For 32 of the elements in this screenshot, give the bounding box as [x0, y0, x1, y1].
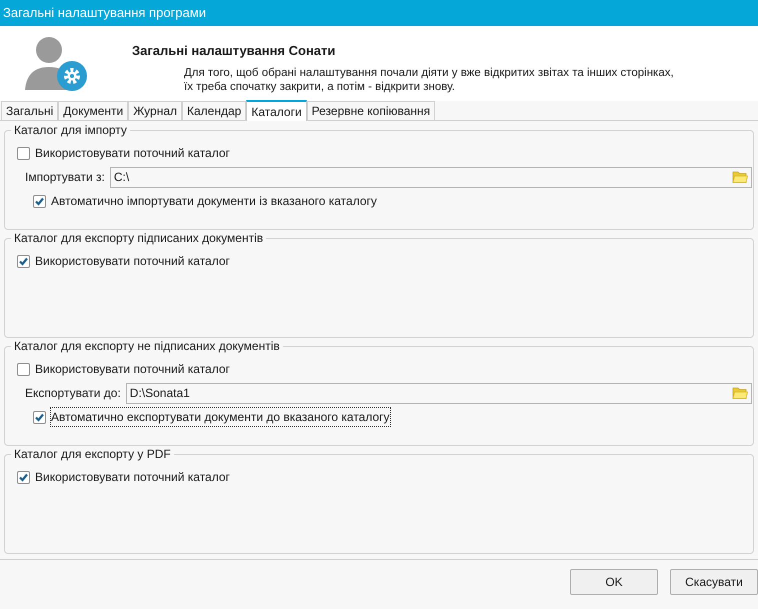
checkbox-label: Використовувати поточний каталог: [35, 145, 230, 162]
dialog-button[interactable]: Скасувати: [670, 569, 758, 595]
checkbox[interactable]: [17, 146, 30, 160]
tab[interactable]: Документи: [58, 101, 128, 120]
tab[interactable]: Резервне копіювання: [306, 101, 436, 120]
field-label: Імпортувати з:: [25, 169, 105, 186]
checkbox-label: Використовувати поточний каталог: [35, 361, 230, 378]
user-settings-icon: [22, 34, 88, 94]
tab[interactable]: Календар: [182, 101, 246, 120]
dialog-button[interactable]: OK: [570, 569, 658, 595]
group-title: Каталог для експорту у PDF: [11, 447, 174, 461]
group-title: Каталог для експорту підписаних документів: [11, 231, 266, 245]
path-field[interactable]: C:\: [110, 166, 752, 188]
checkbox-label: Використовувати поточний каталог: [35, 253, 230, 270]
path-field[interactable]: D:\Sonata1: [126, 382, 752, 404]
group-title: Каталог для експорту не підписаних документів: [11, 339, 283, 353]
tab[interactable]: Каталоги: [246, 100, 307, 121]
checkbox[interactable]: [17, 470, 30, 484]
header-description: Для того, щоб обрані налаштування почали діяти у вже відкритих звітах та інших сторінках, їх треба спочатку закрити, а потім - відкрити знову.: [184, 66, 675, 94]
checkbox-label: Автоматично імпортувати документи із вказаного каталогу: [51, 193, 377, 210]
tab[interactable]: Журнал: [128, 101, 182, 120]
checkbox[interactable]: [33, 194, 46, 208]
checkbox-label: Використовувати поточний каталог: [35, 469, 230, 486]
checkbox[interactable]: [17, 254, 30, 268]
field-label: Експортувати до:: [25, 385, 121, 402]
tab[interactable]: Загальні: [1, 101, 58, 120]
checkbox-label: Автоматично експортувати документи до вказаного каталогу: [51, 408, 390, 426]
header-title: Загальні налаштування Сонати: [132, 42, 336, 60]
group-title: Каталог для імпорту: [11, 123, 130, 137]
checkbox[interactable]: [17, 362, 30, 376]
checkbox[interactable]: [33, 410, 46, 424]
window-title: Загальні налаштування програми: [3, 4, 206, 22]
